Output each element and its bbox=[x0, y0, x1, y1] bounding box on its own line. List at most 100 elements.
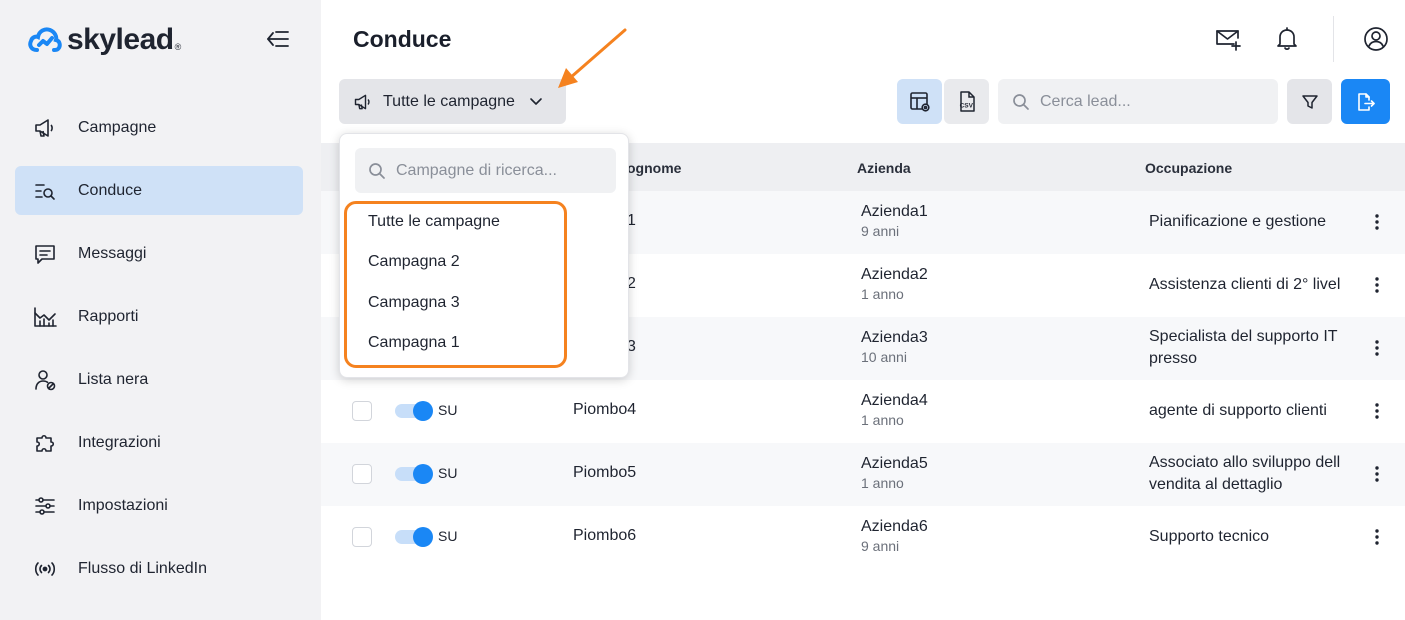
sidebar-nav: Campagne Conduce Messaggi Rapporti Lista… bbox=[15, 103, 303, 607]
column-header-occupazione[interactable]: Occupazione bbox=[1145, 160, 1232, 176]
row-menu-button[interactable] bbox=[1367, 398, 1387, 424]
occupation-cell: Associato allo sviluppo dell vendita al … bbox=[1149, 454, 1341, 493]
table-settings-icon bbox=[909, 91, 930, 112]
lead-search-input[interactable] bbox=[1040, 92, 1260, 111]
megaphone-icon bbox=[353, 92, 373, 112]
row-menu-button[interactable] bbox=[1367, 272, 1387, 298]
sliders-icon bbox=[32, 493, 58, 519]
row-checkbox[interactable] bbox=[352, 464, 372, 484]
lead-last-name: Piombo5 bbox=[573, 464, 637, 481]
filter-icon bbox=[1301, 94, 1318, 109]
compose-mail-button[interactable] bbox=[1213, 24, 1243, 54]
sidebar-item-label: Impostazioni bbox=[78, 496, 168, 514]
lead-search-box bbox=[998, 79, 1278, 124]
kebab-menu-icon bbox=[1375, 529, 1379, 545]
user-circle-icon bbox=[1364, 27, 1388, 51]
row-menu-button[interactable] bbox=[1367, 209, 1387, 235]
svg-text:CSV: CSV bbox=[959, 102, 973, 109]
header-divider bbox=[1333, 16, 1334, 62]
campaign-filter-select[interactable]: Tutte le campagne bbox=[339, 79, 566, 124]
brand-name: skylead bbox=[67, 23, 174, 56]
company-years: 1 anno bbox=[861, 286, 904, 302]
kebab-menu-icon bbox=[1375, 340, 1379, 356]
row-status-toggle[interactable] bbox=[395, 527, 435, 547]
sidebar-item-conduce[interactable]: Conduce bbox=[15, 166, 303, 215]
sidebar-item-label: Campagne bbox=[78, 118, 157, 136]
notifications-button[interactable] bbox=[1272, 24, 1302, 54]
sidebar-item-rapporti[interactable]: Rapporti bbox=[15, 292, 303, 341]
dropdown-option-all[interactable]: Tutte le campagne bbox=[368, 213, 500, 231]
sidebar-item-label: Integrazioni bbox=[78, 433, 161, 451]
table-row[interactable]: SU Piombo4 Azienda4 1 anno agente di sup… bbox=[321, 380, 1405, 443]
company-years: 10 anni bbox=[861, 349, 907, 365]
row-menu-button[interactable] bbox=[1367, 524, 1387, 550]
status-label: SU bbox=[438, 402, 458, 418]
page-title: Conduce bbox=[353, 26, 452, 52]
filter-button[interactable] bbox=[1287, 79, 1332, 124]
sidebar: skylead ® Campagne Conduce Messaggi Rapp… bbox=[0, 0, 321, 620]
campaign-filter-label: Tutte le campagne bbox=[383, 92, 515, 110]
company-years: 1 anno bbox=[861, 412, 904, 428]
occupation-cell: Supporto tecnico bbox=[1149, 528, 1270, 545]
row-checkbox[interactable] bbox=[352, 401, 372, 421]
company-name: Azienda3 bbox=[861, 329, 928, 346]
table-view-button[interactable] bbox=[897, 79, 942, 124]
occupation-cell: agente di supporto clienti bbox=[1149, 402, 1327, 419]
sidebar-item-label: Flusso di LinkedIn bbox=[78, 559, 207, 577]
leads-search-icon bbox=[32, 178, 58, 204]
sidebar-item-campagne[interactable]: Campagne bbox=[15, 103, 303, 152]
export-button[interactable] bbox=[1341, 79, 1390, 124]
message-icon bbox=[32, 241, 58, 267]
annotation-arrow bbox=[558, 28, 627, 88]
collapse-sidebar-button[interactable] bbox=[263, 27, 293, 51]
lead-last-name: Piombo4 bbox=[573, 401, 637, 418]
kebab-menu-icon bbox=[1375, 214, 1379, 230]
campaign-search-input[interactable] bbox=[396, 161, 606, 180]
sidebar-item-messaggi[interactable]: Messaggi bbox=[15, 229, 303, 278]
bell-icon bbox=[1277, 27, 1297, 50]
table-row[interactable]: SU Piombo6 Azienda6 9 anni Supporto tecn… bbox=[321, 506, 1405, 569]
company-cell: Azienda2 1 anno bbox=[861, 265, 928, 303]
sidebar-item-impostazioni[interactable]: Impostazioni bbox=[15, 481, 303, 530]
dropdown-option-campagna-1[interactable]: Campagna 1 bbox=[368, 334, 460, 352]
column-header-azienda[interactable]: Azienda bbox=[857, 160, 911, 176]
occupation-cell: Pianificazione e gestione bbox=[1149, 213, 1327, 230]
user-block-icon bbox=[32, 367, 58, 393]
sidebar-item-lista-nera[interactable]: Lista nera bbox=[15, 355, 303, 404]
dropdown-option-campagna-2[interactable]: Campagna 2 bbox=[368, 253, 460, 271]
csv-file-icon: CSV bbox=[959, 90, 975, 112]
sidebar-item-label: Rapporti bbox=[78, 307, 139, 325]
status-label: SU bbox=[438, 528, 458, 544]
skylead-logo[interactable]: skylead ® bbox=[28, 22, 181, 58]
company-name: Azienda2 bbox=[861, 266, 928, 283]
dropdown-option-campagna-3[interactable]: Campagna 3 bbox=[368, 294, 460, 312]
sidebar-item-flusso-linkedin[interactable]: Flusso di LinkedIn bbox=[15, 544, 303, 593]
row-status-toggle[interactable] bbox=[395, 401, 435, 421]
company-cell: Azienda6 9 anni bbox=[861, 517, 928, 555]
campaign-search-box bbox=[355, 148, 616, 193]
company-years: 9 anni bbox=[861, 223, 900, 239]
lead-last-name: Piombo6 bbox=[573, 527, 637, 544]
table-row[interactable]: SU Piombo5 Azienda5 1 anno Associato all… bbox=[321, 443, 1405, 506]
row-menu-button[interactable] bbox=[1367, 461, 1387, 487]
csv-export-view-button[interactable]: CSV bbox=[944, 79, 989, 124]
company-years: 1 anno bbox=[861, 475, 904, 491]
puzzle-icon bbox=[32, 430, 58, 456]
company-years: 9 anni bbox=[861, 538, 900, 554]
company-cell: Azienda3 10 anni bbox=[861, 328, 928, 366]
kebab-menu-icon bbox=[1375, 277, 1379, 293]
company-name: Azienda6 bbox=[861, 518, 928, 535]
file-export-icon bbox=[1357, 92, 1375, 111]
row-checkbox[interactable] bbox=[352, 527, 372, 547]
kebab-menu-icon bbox=[1375, 403, 1379, 419]
sidebar-item-integrazioni[interactable]: Integrazioni bbox=[15, 418, 303, 467]
row-menu-button[interactable] bbox=[1367, 335, 1387, 361]
kebab-menu-icon bbox=[1375, 466, 1379, 482]
profile-button[interactable] bbox=[1361, 24, 1391, 54]
row-status-toggle[interactable] bbox=[395, 464, 435, 484]
company-name: Azienda5 bbox=[861, 455, 928, 472]
column-header-cognome[interactable]: ognome bbox=[627, 160, 681, 176]
collapse-left-icon bbox=[267, 31, 289, 47]
occupation-cell: Specialista del supporto IT presso bbox=[1149, 328, 1338, 367]
cloud-logo-icon bbox=[28, 27, 62, 52]
